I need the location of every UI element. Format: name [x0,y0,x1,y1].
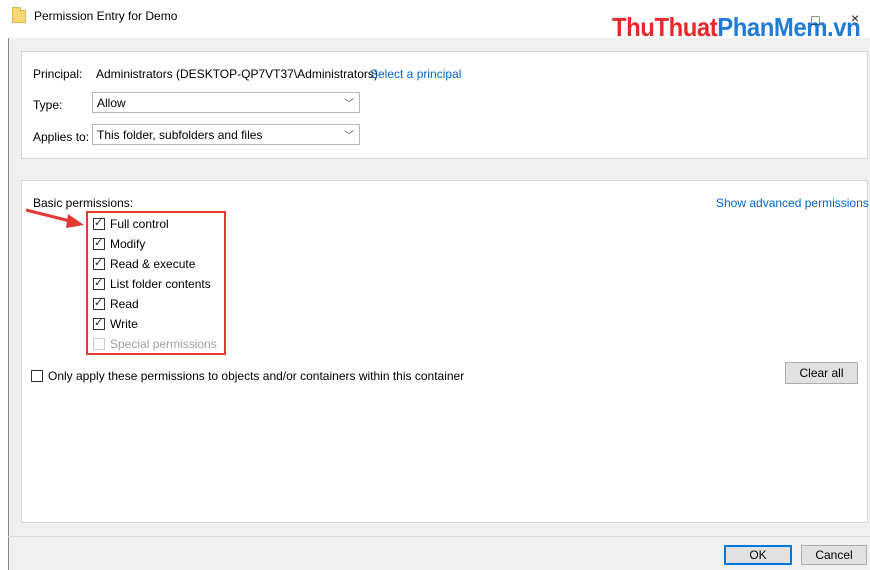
type-select-value: Allow [97,96,126,110]
ok-button[interactable]: OK [724,545,792,565]
permission-checkbox-row[interactable]: ✓ Modify [93,236,223,254]
checkmark-icon: ✓ [94,297,104,309]
checkmark-icon: ✓ [94,217,104,229]
maximize-icon[interactable]: □ [811,12,819,28]
only-apply-checkbox[interactable]: Only apply these permissions to objects … [31,368,491,386]
close-icon[interactable]: × [851,10,859,26]
permission-checkbox-row[interactable]: ✓ Read & execute [93,256,223,274]
permission-label: Full control [110,217,169,231]
permission-checkbox-row[interactable]: ✓ List folder contents [93,276,223,294]
permission-label: Modify [110,237,146,251]
principal-label: Principal: [33,67,83,81]
folder-icon [12,7,26,23]
cancel-button[interactable]: Cancel [801,545,867,565]
chevron-down-icon: ﹀ [344,131,354,142]
checkbox [93,338,105,350]
show-advanced-permissions-link[interactable]: Show advanced permissions [716,196,869,210]
permission-checkbox-row: Special permissions [93,336,223,354]
footer-divider [8,536,870,537]
checkbox[interactable] [31,370,43,382]
checkbox[interactable]: ✓ [93,237,105,250]
checkmark-icon: ✓ [94,277,104,289]
checkbox[interactable]: ✓ [93,217,105,230]
checkmark-icon: ✓ [94,237,104,249]
principal-value: Administrators (DESKTOP-QP7VT37\Administ… [96,67,378,81]
permission-checkbox-row[interactable]: ✓ Write [93,316,223,334]
clear-all-button[interactable]: Clear all [785,362,858,384]
checkbox[interactable]: ✓ [93,297,105,310]
checkbox[interactable]: ✓ [93,317,105,330]
checkmark-icon: ✓ [94,317,104,329]
checkbox[interactable]: ✓ [93,277,105,290]
red-arrow-icon [25,208,84,228]
permission-checkbox-row[interactable]: ✓ Full control [93,216,223,234]
permission-checkbox-row[interactable]: ✓ Read [93,296,223,314]
permission-label: Read & execute [110,257,196,271]
checkmark-icon: ✓ [94,257,104,269]
applies-to-select-value: This folder, subfolders and files [97,128,263,142]
window-title: Permission Entry for Demo [34,9,178,23]
applies-to-select[interactable]: This folder, subfolders and files ﹀ [92,124,360,145]
permission-label: List folder contents [110,277,211,291]
permission-label: Special permissions [110,337,217,351]
chevron-down-icon: ﹀ [344,99,354,110]
permission-label: Write [110,317,138,331]
type-select[interactable]: Allow ﹀ [92,92,360,113]
select-principal-link[interactable]: Select a principal [370,67,461,81]
applies-to-label: Applies to: [33,130,90,144]
permission-label: Read [110,297,139,311]
type-label: Type: [33,98,63,112]
only-apply-label: Only apply these permissions to objects … [48,369,465,383]
watermark-logo: ThuThuatPhanMem.vn [612,12,861,42]
checkbox[interactable]: ✓ [93,257,105,270]
